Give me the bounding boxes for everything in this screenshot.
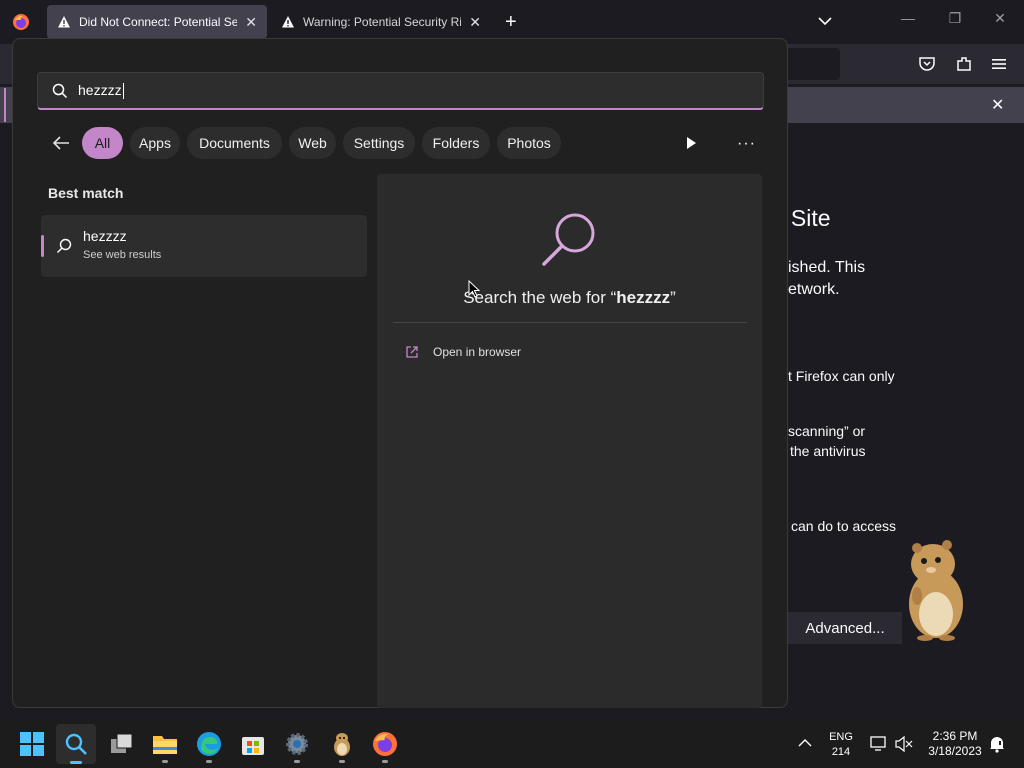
play-icon[interactable] [685,136,697,155]
tab-did-not-connect[interactable]: Did Not Connect: Potential Security Issu… [47,5,267,39]
active-indicator [70,761,82,764]
close-window-icon[interactable]: ✕ [985,10,1015,27]
language-sub: 214 [831,746,851,758]
best-match-result[interactable]: hezzzz See web results [41,215,367,277]
preview-heading: Search the web for “hezzzz” [463,288,676,307]
hamster-mascot[interactable] [903,538,969,642]
filter-web[interactable]: Web [289,127,336,159]
large-search-icon [540,208,600,273]
clock-time: 2:36 PM [932,729,978,743]
page-left-strip [4,88,6,122]
task-view-icon [111,733,133,753]
clock-date: 3/18/2023 [928,744,982,758]
preview-divider [393,322,747,323]
store-icon [242,737,264,755]
open-external-icon [406,346,418,358]
language-code: ENG [829,731,853,743]
selection-accent [41,235,44,257]
url-bar[interactable] [780,48,840,80]
hamster-app-icon [334,733,350,756]
search-input[interactable]: hezzzz [37,72,764,110]
open-in-browser-label: Open in browser [433,345,522,359]
result-preview-pane: Search the web for “hezzzz” Open in brow… [377,174,762,708]
running-indicator [162,760,168,763]
filter-documents[interactable]: Documents [187,127,282,159]
minimize-icon[interactable]: — [893,10,923,26]
best-match-label: Best match [48,185,124,201]
list-all-tabs-icon[interactable] [817,13,833,34]
tab-warning[interactable]: Warning: Potential Security Risk Ahead ✕ [271,5,491,39]
network-icon[interactable] [870,736,888,757]
pocket-icon[interactable] [918,55,936,78]
start-button[interactable] [16,728,48,760]
error-text-1: ished. This [788,259,866,276]
tab-title: Did Not Connect: Potential Security Issu… [79,15,238,29]
close-notification-icon[interactable]: ✕ [991,95,1004,115]
store-button[interactable] [237,728,269,760]
running-indicator [382,760,388,763]
open-in-browser-action[interactable]: Open in browser [393,337,747,367]
back-arrow-icon[interactable] [51,134,71,157]
result-subtitle: See web results [83,249,162,261]
settings-button[interactable] [281,728,313,763]
result-title: hezzzz [83,228,127,244]
filter-settings[interactable]: Settings [343,127,415,159]
advanced-button[interactable]: Advanced... [788,612,902,644]
extensions-icon[interactable] [955,55,973,78]
more-options-icon[interactable]: ··· [737,135,756,153]
error-text-5: the antivirus [790,443,866,459]
edge-button[interactable] [193,728,225,763]
error-text-2: etwork. [788,281,840,298]
firefox-icon [373,732,397,756]
running-indicator [339,760,345,763]
search-query: hezzzz [78,81,124,100]
gear-icon [286,733,308,755]
mouse-cursor-icon [468,279,481,303]
web-search-icon [56,238,72,259]
close-tab-icon[interactable]: ✕ [469,14,481,31]
search-icon [52,83,68,98]
new-tab-icon[interactable]: + [505,11,517,34]
error-text-6: can do to access [791,518,897,534]
warning-icon [58,16,70,28]
edge-icon [197,732,221,756]
search-flyout: hezzzz All Apps Documents Web Settings F… [12,38,788,708]
hamster-app-button[interactable] [326,728,358,763]
filter-all[interactable]: All [82,127,123,159]
show-hidden-icons-icon[interactable] [798,736,812,755]
taskbar: ENG 214 2:36 PM 3/18/2023 [0,720,1024,768]
volume-muted-icon[interactable] [895,735,913,757]
error-text-3: t Firefox can only [788,368,895,384]
firefox-menu-icon[interactable] [12,13,30,31]
filter-photos[interactable]: Photos [497,127,561,159]
running-indicator [206,760,212,763]
file-explorer-button[interactable] [149,728,181,763]
filter-apps[interactable]: Apps [130,127,180,159]
error-text-4: scanning” or [788,423,866,439]
tab-title: Warning: Potential Security Risk Ahead [303,15,462,29]
running-indicator [294,760,300,763]
close-tab-icon[interactable]: ✕ [245,14,257,31]
taskbar-search-button[interactable] [56,724,96,764]
filter-folders[interactable]: Folders [422,127,490,159]
app-menu-icon[interactable] [991,56,1007,77]
search-icon [65,733,87,755]
windows-logo-icon [20,732,44,756]
restore-icon[interactable]: ❐ [940,10,970,27]
task-view-button[interactable] [106,728,138,760]
folder-icon [153,736,177,754]
language-indicator[interactable]: ENG 214 [824,730,858,760]
notifications-icon[interactable] [988,735,1006,758]
firefox-button[interactable] [369,728,401,763]
warning-icon [282,16,294,28]
clock[interactable]: 2:36 PM 3/18/2023 [922,729,988,759]
